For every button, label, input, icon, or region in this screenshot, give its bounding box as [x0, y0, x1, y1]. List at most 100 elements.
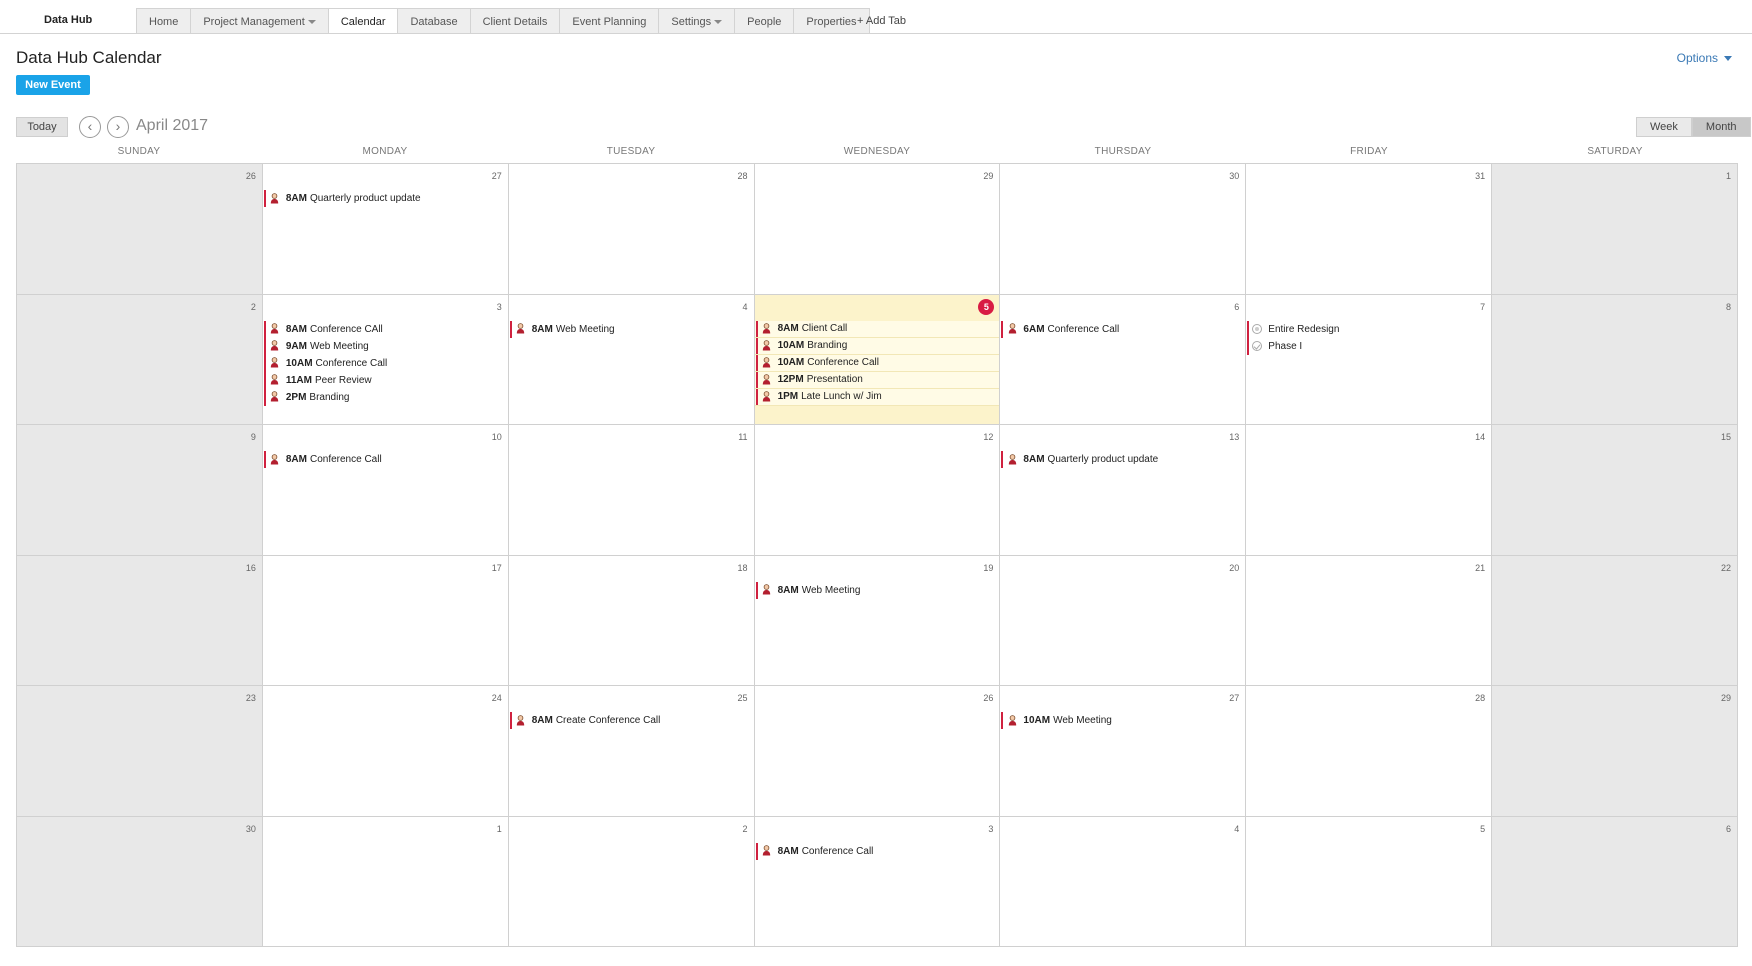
calendar-event[interactable]: Entire Redesign	[1246, 320, 1491, 338]
next-month-icon[interactable]: ›	[107, 116, 129, 138]
day-cell[interactable]: 27 8AM Quarterly product update	[262, 164, 509, 295]
calendar-event[interactable]: 8AM Client Call	[754, 320, 1000, 338]
day-cell[interactable]: 28	[508, 164, 755, 295]
calendar-event[interactable]: 8AM Conference CAll	[263, 320, 508, 338]
day-cell[interactable]: 28	[1246, 686, 1493, 817]
day-cell[interactable]: 3 8AM Conference CAll 9AM Web Meeting 10AM Con…	[262, 294, 509, 425]
calendar-event[interactable]: 8AM Web Meeting	[755, 581, 1000, 599]
day-cell[interactable]: 6 6AM Conference Call	[1000, 294, 1247, 425]
day-cell[interactable]: 25 8AM Create Conference Call	[508, 686, 755, 817]
day-cell[interactable]: 29	[1492, 686, 1738, 817]
day-cell[interactable]: 5	[1246, 816, 1493, 947]
day-cell[interactable]: 26	[754, 686, 1001, 817]
tab-label: Home	[149, 16, 179, 28]
day-number: 26	[245, 171, 256, 181]
calendar-event[interactable]: 11AM Peer Review	[263, 371, 508, 389]
day-cell[interactable]: 13 8AM Quarterly product update	[1000, 425, 1247, 556]
calendar-event[interactable]: 10AM Branding	[754, 337, 1000, 355]
day-cell[interactable]: 2	[508, 816, 755, 947]
weekday-header-thursday: THURSDAY	[1094, 146, 1152, 157]
event-time: 2PM	[285, 391, 307, 403]
day-cell[interactable]: 9	[17, 425, 263, 556]
calendar-event[interactable]: 8AM Web Meeting	[509, 320, 754, 338]
event-time: 8AM	[285, 193, 307, 204]
tab-client-details[interactable]: Client Details	[470, 8, 561, 34]
day-number: 22	[1720, 562, 1731, 573]
day-cell[interactable]: 1	[1492, 164, 1738, 295]
day-cell[interactable]: 31	[1246, 164, 1493, 295]
day-number: 9	[250, 432, 256, 442]
day-cell[interactable]: 19 8AM Web Meeting	[754, 555, 1001, 686]
day-cell[interactable]: 2	[17, 294, 263, 425]
event-list: 10AM Web Meeting	[1000, 712, 1245, 729]
weekday-header-wednesday: WEDNESDAY	[843, 146, 911, 157]
day-cell[interactable]: 6	[1492, 816, 1738, 947]
person-icon	[1004, 323, 1020, 334]
day-cell[interactable]: 11	[508, 425, 755, 556]
event-title: Late Lunch w/ Jim	[801, 391, 882, 402]
calendar-event[interactable]: 8AM Conference Call	[263, 451, 508, 468]
calendar-event[interactable]: Phase I	[1246, 337, 1491, 355]
tab-home[interactable]: Home	[136, 8, 192, 34]
previous-month-icon[interactable]: ‹	[79, 116, 101, 138]
calendar-event[interactable]: 8AM Quarterly product update	[1000, 451, 1245, 468]
day-cell[interactable]: 15	[1492, 425, 1738, 556]
day-cell[interactable]: 10 8AM Conference Call	[262, 425, 509, 556]
day-cell[interactable]: 24	[262, 686, 509, 817]
page-title: Data Hub Calendar	[16, 48, 162, 67]
day-number: 31	[1475, 171, 1486, 181]
day-cell[interactable]: 8	[1492, 294, 1738, 425]
calendar-event[interactable]: 1PM Late Lunch w/ Jim	[754, 388, 1000, 406]
person-icon	[1004, 454, 1020, 465]
view-month-button[interactable]: Month	[1691, 117, 1751, 137]
day-cell[interactable]: 16	[17, 555, 263, 686]
calendar-event[interactable]: 2PM Branding	[263, 388, 508, 406]
options-menu[interactable]: Options	[1677, 51, 1732, 65]
day-cell[interactable]: 30	[1000, 164, 1247, 295]
day-cell[interactable]: 29	[754, 164, 1001, 295]
chevron-down-icon	[714, 20, 723, 25]
calendar-event[interactable]: 6AM Conference Call	[1000, 320, 1245, 338]
event-time: 10AM	[777, 357, 805, 368]
day-cell[interactable]: 26	[17, 164, 263, 295]
day-cell[interactable]: 20	[1000, 555, 1247, 686]
tab-calendar[interactable]: Calendar	[328, 8, 399, 34]
day-cell[interactable]: 22	[1492, 555, 1738, 686]
calendar-event[interactable]: 10AM Conference Call	[263, 354, 508, 372]
event-time: 10AM	[285, 357, 313, 369]
add-tab-button[interactable]: + Add Tab	[857, 15, 906, 27]
tab-project-management[interactable]: Project Management	[191, 8, 329, 34]
day-cell[interactable]: 23	[17, 686, 263, 817]
day-cell[interactable]: 17	[262, 555, 509, 686]
day-cell[interactable]: 4 8AM Web Meeting	[508, 294, 755, 425]
day-cell[interactable]: 12	[754, 425, 1001, 556]
tab-event-planning[interactable]: Event Planning	[560, 8, 660, 34]
calendar-event[interactable]: 8AM Quarterly product update	[263, 190, 508, 207]
day-number: 2	[250, 301, 256, 312]
calendar-event[interactable]: 9AM Web Meeting	[263, 337, 508, 355]
day-number: 30	[1229, 171, 1240, 181]
new-event-button[interactable]: New Event	[16, 75, 90, 95]
day-cell[interactable]: 27 10AM Web Meeting	[1000, 686, 1247, 817]
calendar-event[interactable]: 10AM Conference Call	[754, 354, 1000, 372]
day-cell[interactable]: 30	[17, 816, 263, 947]
calendar-event[interactable]: 10AM Web Meeting	[1000, 712, 1245, 729]
calendar-event[interactable]: 8AM Conference Call	[755, 842, 1000, 860]
tab-database[interactable]: Database	[398, 8, 471, 34]
event-list: 8AM Client Call 10AM Branding 10AM Conference…	[754, 320, 1000, 406]
day-cell[interactable]: 18	[508, 555, 755, 686]
today-button[interactable]: Today	[16, 117, 68, 137]
day-cell[interactable]: 21	[1246, 555, 1493, 686]
event-title: Client Call	[801, 323, 848, 334]
view-week-button[interactable]: Week	[1636, 117, 1692, 137]
day-cell[interactable]: 4	[1000, 816, 1247, 947]
tab-settings[interactable]: Settings	[659, 8, 736, 34]
tab-people[interactable]: People	[735, 8, 795, 34]
day-cell[interactable]: 14	[1246, 425, 1493, 556]
day-cell[interactable]: 7 Entire Redesign Phase I	[1246, 294, 1493, 425]
day-cell[interactable]: 3 8AM Conference Call	[754, 816, 1001, 947]
today-day-cell[interactable]: 5 8AM Client Call 10AM Branding 10AM Conferenc…	[754, 294, 1001, 425]
calendar-event[interactable]: 12PM Presentation	[754, 371, 1000, 389]
calendar-event[interactable]: 8AM Create Conference Call	[509, 712, 754, 729]
day-cell[interactable]: 1	[262, 816, 509, 947]
